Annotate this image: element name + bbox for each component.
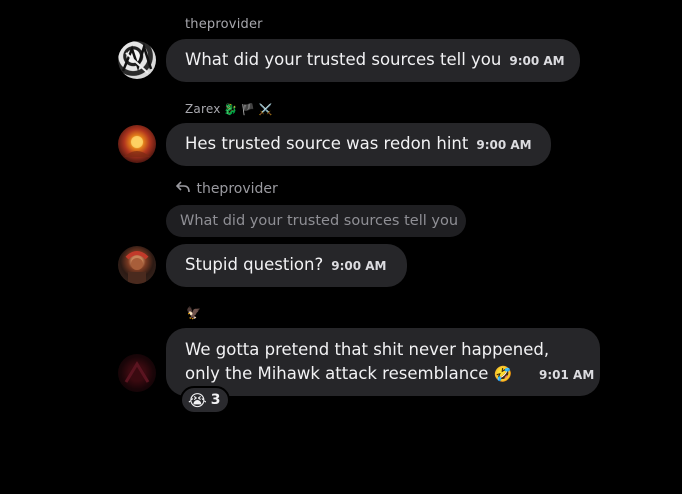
message-text-row-2: only the Mihawk attack resemblance 🤣 9:0… [185, 362, 600, 386]
message-timestamp: 9:00 AM [476, 138, 532, 152]
message-text: Hes trusted source was redon hint [185, 134, 469, 153]
avatar[interactable] [118, 125, 156, 163]
quoted-message[interactable]: What did your trusted sources tell you [166, 205, 466, 237]
reply-arrow-icon [175, 181, 192, 197]
message-username[interactable]: theprovider [185, 17, 263, 32]
avatar[interactable] [118, 354, 156, 392]
message-bubble[interactable]: What did your trusted sources tell you 9:… [166, 39, 580, 82]
crying-emoji-icon: 😭 [188, 390, 207, 410]
avatar[interactable] [118, 246, 156, 284]
avatar-image [121, 42, 153, 74]
rofl-emoji-icon: 🤣 [493, 365, 513, 383]
message-bubble[interactable]: Hes trusted source was redon hint 9:00 AM [166, 123, 551, 166]
user-badges: 🐉 🏴 ⚔️ [223, 103, 273, 116]
avatar[interactable] [118, 41, 156, 79]
user-badge: 🦅 [186, 306, 202, 320]
message-text: Stupid question? [185, 255, 324, 274]
message-username[interactable]: Zarex [185, 102, 221, 116]
message-bubble[interactable]: We gotta pretend that shit never happene… [166, 328, 600, 396]
message-username-row: Zarex 🐉 🏴 ⚔️ [185, 102, 273, 116]
reply-arrow-svg [175, 181, 190, 193]
reaction-pill[interactable]: 😭 3 [180, 386, 231, 414]
message-text-line-2: only the Mihawk attack resemblance [185, 364, 489, 383]
message-timestamp: 9:00 AM [331, 259, 387, 273]
avatar-image [125, 251, 149, 284]
message-bubble[interactable]: Stupid question? 9:00 AM [166, 244, 407, 287]
reply-username: theprovider [196, 181, 278, 197]
avatar-image [124, 361, 150, 383]
reaction-count: 3 [210, 392, 221, 408]
message-text-line-1: We gotta pretend that shit never happene… [185, 340, 550, 359]
avatar-image [124, 136, 150, 157]
reply-header[interactable]: theprovider [175, 181, 278, 197]
message-timestamp: 9:00 AM [509, 54, 565, 68]
chat-thread: theprovider What did your trusted source… [0, 0, 682, 494]
message-timestamp: 9:01 AM [539, 368, 595, 382]
message-text: What did your trusted sources tell you [185, 50, 502, 69]
